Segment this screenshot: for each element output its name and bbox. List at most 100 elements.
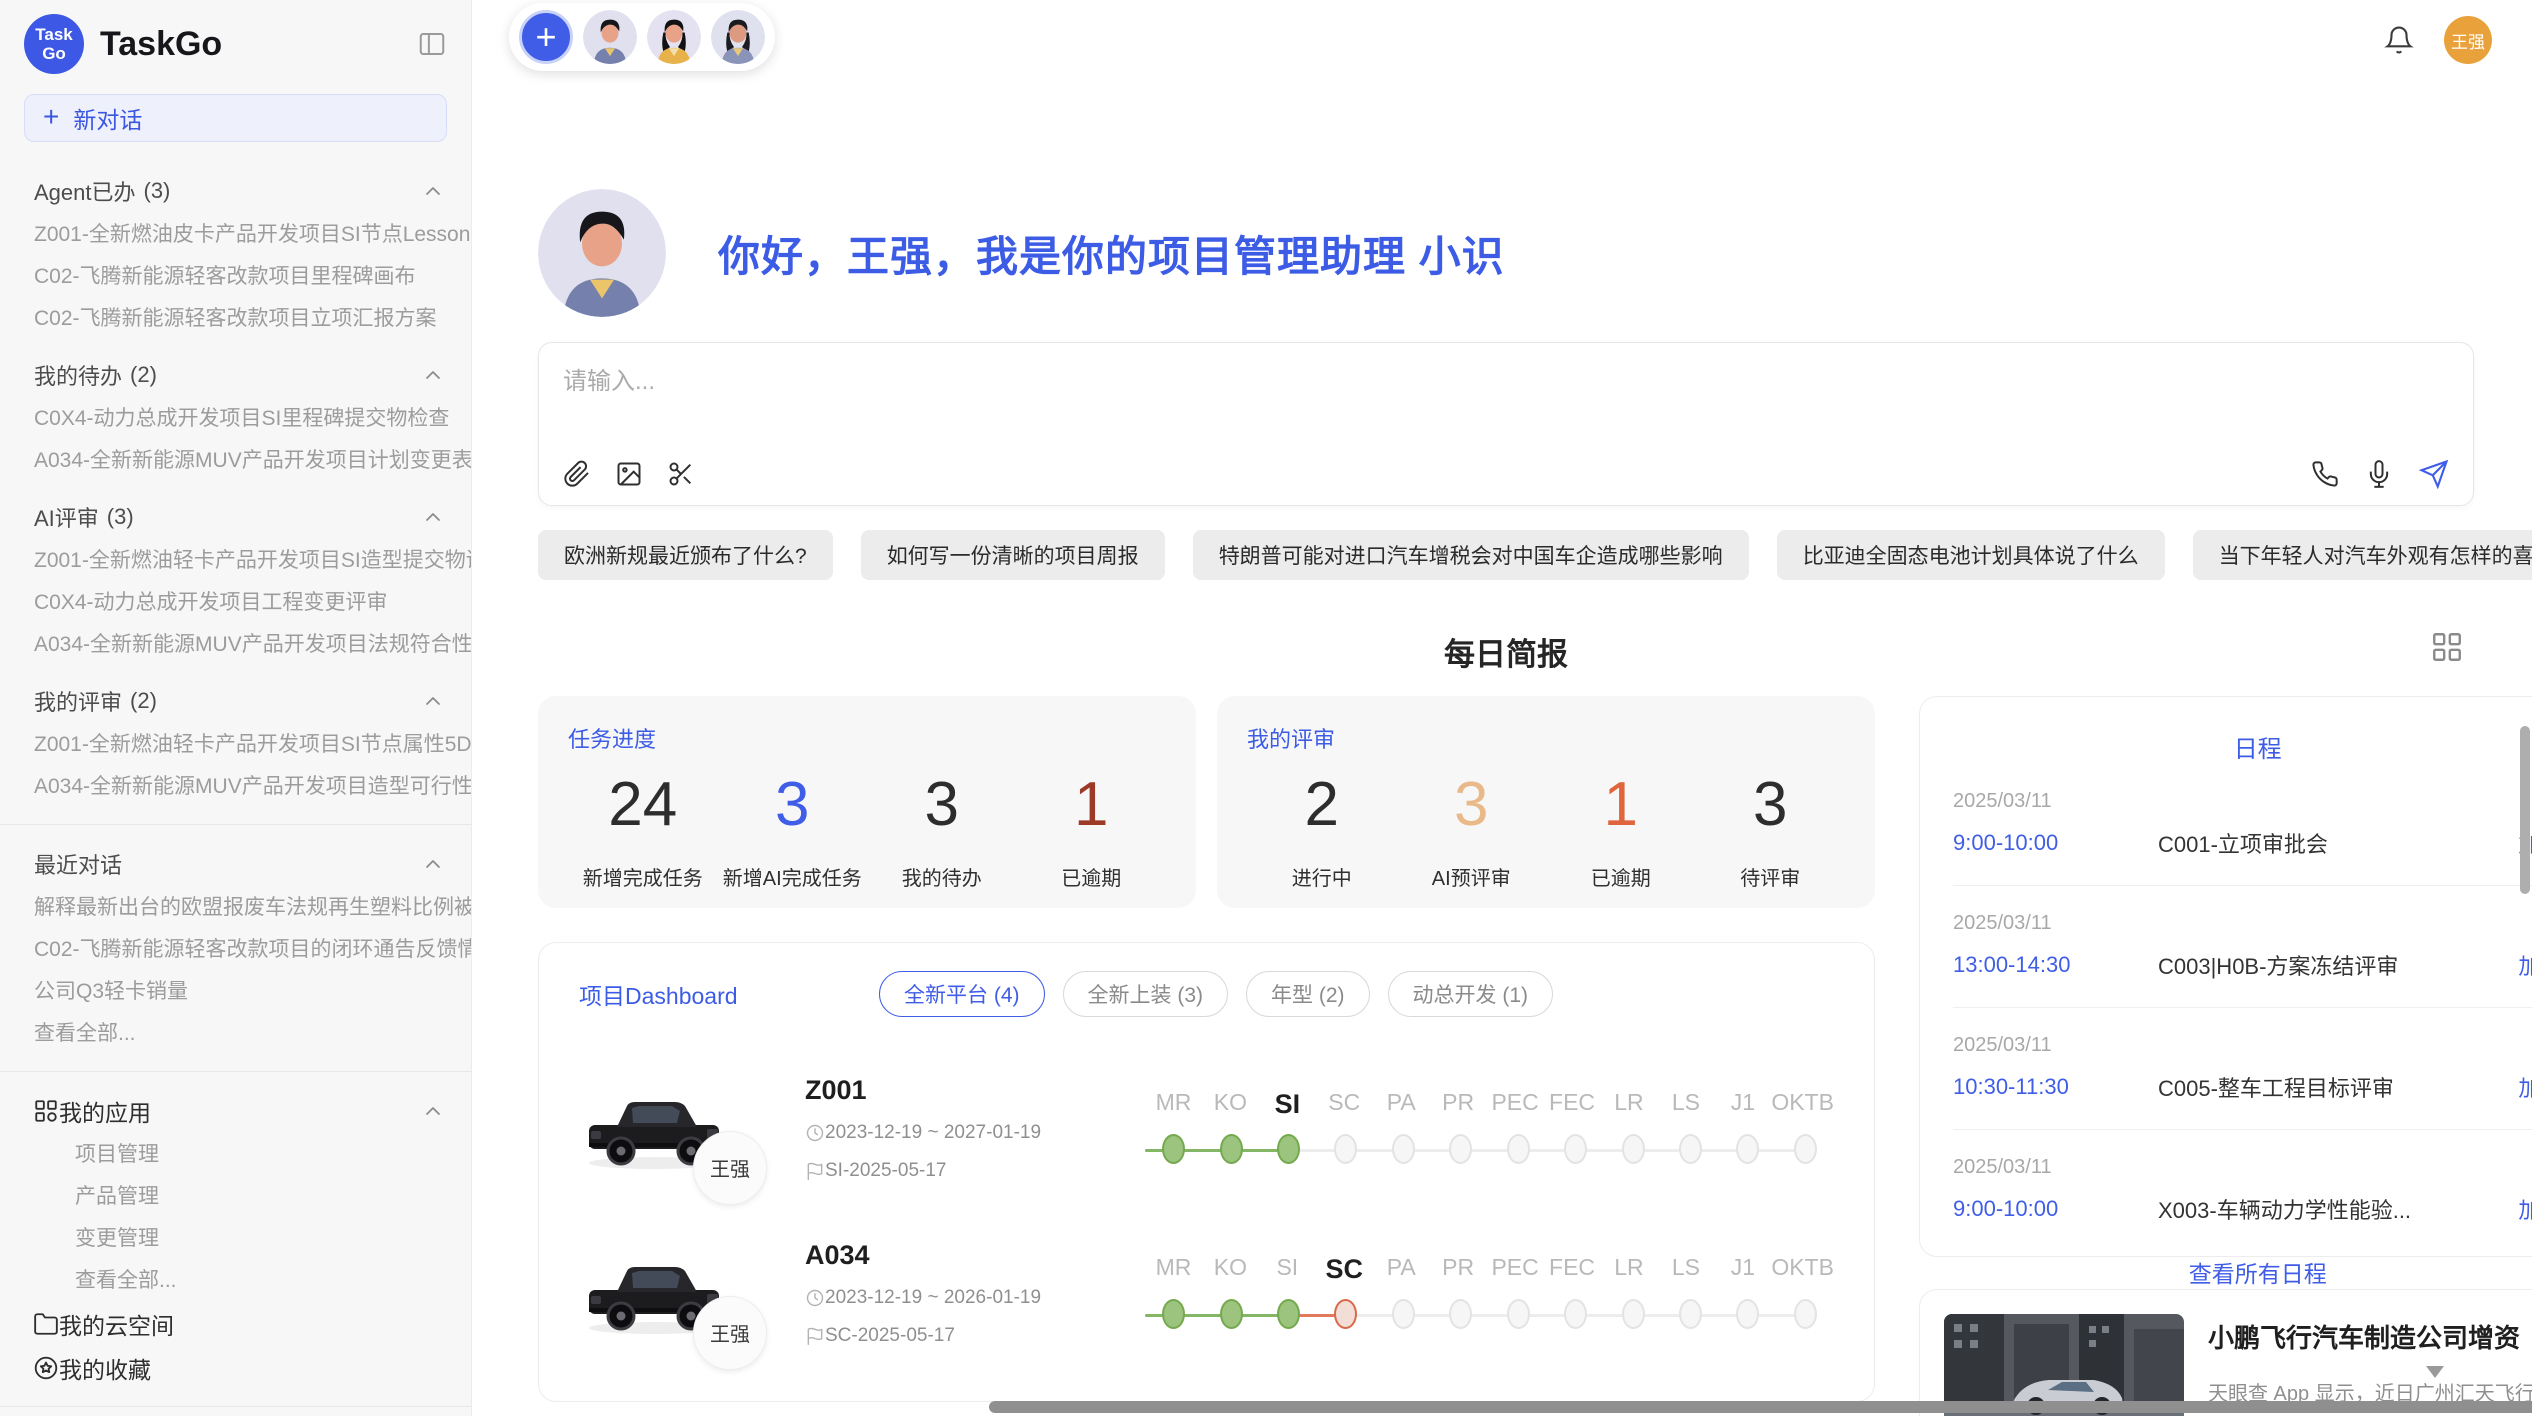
milestone-dot bbox=[1277, 1134, 1300, 1164]
notification-bell-icon[interactable] bbox=[2384, 25, 2414, 55]
project-dates: 2023-12-19 ~ 2026-01-19 bbox=[805, 1287, 1115, 1309]
daily-brief-title: 每日简报 bbox=[1444, 629, 1568, 674]
stat-label: 进行中 bbox=[1247, 862, 1397, 891]
microphone-icon[interactable] bbox=[2365, 460, 2393, 488]
sidebar-link-label: 我的云空间 bbox=[59, 1307, 174, 1341]
suggestion-chip[interactable]: 欧洲新规最近颁布了什么? bbox=[538, 530, 833, 580]
dashboard-tab[interactable]: 全新平台 (4) bbox=[879, 971, 1045, 1017]
milestone-dot bbox=[1334, 1299, 1357, 1329]
section-header-0[interactable]: Agent已办(3) bbox=[0, 168, 471, 214]
chevron-up-icon bbox=[421, 363, 445, 387]
recent-conversation-item[interactable]: C02-飞腾新能源轻客改款项目的闭环通告反馈情况 bbox=[0, 929, 471, 971]
schedule-date: 2025/03/11 bbox=[1953, 1156, 2532, 1179]
stat-card-title: 我的评审 bbox=[1247, 722, 1845, 754]
add-agent-button[interactable]: + bbox=[519, 10, 573, 64]
project-dates: 2023-12-19 ~ 2027-01-19 bbox=[805, 1122, 1115, 1144]
milestone-label: OKTB bbox=[1771, 1254, 1834, 1285]
sidebar-task-item[interactable]: Z001-全新燃油轻卡产品开发项目SI造型提交物评审 bbox=[0, 540, 471, 582]
phone-icon[interactable] bbox=[2311, 460, 2339, 488]
milestone-label: KO bbox=[1202, 1254, 1259, 1285]
dashboard-tabs: 全新平台 (4) 全新上装 (3) 年型 (2) 动总开发 (1) bbox=[879, 971, 1553, 1017]
section-header-2[interactable]: AI评审(3) bbox=[0, 494, 471, 540]
recent-header[interactable]: 最近对话 bbox=[0, 841, 471, 887]
section-count: (3) bbox=[107, 504, 134, 530]
milestone-track: MRKOSISCPAPRPECFECLRLSJ1OKTB bbox=[1145, 1089, 1834, 1168]
app-item[interactable]: 变更管理 bbox=[0, 1218, 471, 1260]
task-sections: Agent已办(3)Z001-全新燃油皮卡产品开发项目SI节点Lesson Le… bbox=[0, 168, 471, 808]
recent-conversation-item[interactable]: 公司Q3轻卡销量 bbox=[0, 971, 471, 1013]
stat: 3AI预评审 bbox=[1397, 768, 1547, 891]
milestone-dot bbox=[1736, 1299, 1759, 1329]
project-flag: SI-2025-05-17 bbox=[805, 1160, 1115, 1182]
section-header-3[interactable]: 我的评审(2) bbox=[0, 678, 471, 724]
suggestion-chip[interactable]: 比亚迪全固态电池计划具体说了什么 bbox=[1777, 530, 2165, 580]
schedule-time: 9:00-10:00 bbox=[1953, 1196, 2158, 1222]
sidebar-task-item[interactable]: A034-全新新能源MUV产品开发项目法规符合性评审 bbox=[0, 624, 471, 666]
view-all-schedule-link[interactable]: 查看所有日程 bbox=[1953, 1255, 2532, 1289]
suggestion-chip[interactable]: 如何写一份清晰的项目周报 bbox=[861, 530, 1165, 580]
scroll-down-arrow[interactable] bbox=[2426, 1366, 2444, 1378]
sidebar-task-item[interactable]: A034-全新新能源MUV产品开发项目造型可行性评审 bbox=[0, 766, 471, 808]
layout-grid-icon[interactable] bbox=[2430, 630, 2464, 664]
app-item[interactable]: 产品管理 bbox=[0, 1176, 471, 1218]
sidebar-task-item[interactable]: Z001-全新燃油皮卡产品开发项目SI节点Lesson Learn报告 bbox=[0, 214, 471, 256]
sidebar-link[interactable]: 我的云空间 bbox=[0, 1302, 471, 1346]
project-row[interactable]: 王强Z0012023-12-19 ~ 2027-01-19SI-2025-05-… bbox=[579, 1075, 1834, 1182]
agent-avatar-3[interactable] bbox=[711, 10, 765, 64]
stat-label: 待评审 bbox=[1696, 862, 1846, 891]
stat-value: 2 bbox=[1247, 768, 1397, 842]
join-meeting-link[interactable]: 加入 bbox=[2518, 949, 2532, 981]
sidebar-task-item[interactable]: C0X4-动力总成开发项目SI里程碑提交物检查 bbox=[0, 398, 471, 440]
apps-view-all-link[interactable]: 查看全部... bbox=[0, 1260, 471, 1302]
app-item[interactable]: 项目管理 bbox=[0, 1134, 471, 1176]
milestone-labels: MRKOSISCPAPRPECFECLRLSJ1OKTB bbox=[1145, 1254, 1834, 1285]
sidebar-task-item[interactable]: C02-飞腾新能源轻客改款项目立项汇报方案 bbox=[0, 298, 471, 340]
recent-conversation-item[interactable]: 解释最新出台的欧盟报废车法规再生塑料比例被调至15%... bbox=[0, 887, 471, 929]
suggestion-chip[interactable]: 特朗普可能对进口汽车增税会对中国车企造成哪些影响 bbox=[1193, 530, 1749, 580]
new-chat-button[interactable]: + 新对话 bbox=[24, 94, 447, 142]
sidebar-link[interactable]: 我的收藏 bbox=[0, 1346, 471, 1390]
plus-icon: + bbox=[43, 103, 59, 131]
milestone-label: MR bbox=[1145, 1254, 1202, 1285]
milestone-label: LR bbox=[1601, 1089, 1658, 1120]
schedule-line: 9:00-10:00C001-立项审批会加入 bbox=[1953, 827, 2532, 859]
agent-avatar-2[interactable] bbox=[647, 10, 701, 64]
user-avatar[interactable]: 王强 bbox=[2444, 16, 2492, 64]
vertical-scrollbar[interactable] bbox=[2520, 726, 2530, 894]
milestone-labels: MRKOSISCPAPRPECFECLRLSJ1OKTB bbox=[1145, 1089, 1834, 1120]
project-flag-text: SI-2025-05-17 bbox=[825, 1160, 946, 1182]
logo-line2: Go bbox=[42, 44, 66, 63]
schedule-item: 2025/03/119:00-10:00X003-车辆动力学性能验...加入 bbox=[1953, 1156, 2532, 1225]
milestone-dots bbox=[1145, 1299, 1834, 1333]
project-name: Z001 bbox=[805, 1075, 1115, 1106]
sidebar-collapse-icon[interactable] bbox=[417, 29, 447, 59]
milestone-dot bbox=[1507, 1134, 1530, 1164]
milestone-label: SC bbox=[1316, 1089, 1373, 1120]
join-meeting-link[interactable]: 加入 bbox=[2518, 1193, 2532, 1225]
sidebar-task-item[interactable]: C0X4-动力总成开发项目工程变更评审 bbox=[0, 582, 471, 624]
scissors-icon[interactable] bbox=[667, 460, 695, 488]
sidebar-task-item[interactable]: A034-全新新能源MUV产品开发项目计划变更表编写 bbox=[0, 440, 471, 482]
recent-view-all-link[interactable]: 查看全部... bbox=[0, 1013, 471, 1055]
horizontal-scrollbar[interactable] bbox=[989, 1401, 2532, 1413]
sidebar-task-item[interactable]: C02-飞腾新能源轻客改款项目里程碑画布 bbox=[0, 256, 471, 298]
project-row[interactable]: 王强A0342023-12-19 ~ 2026-01-19SC-2025-05-… bbox=[579, 1240, 1834, 1347]
news-card[interactable]: 小鹏飞行汽车制造公司增资 天眼查 App 显示，近日广州汇天飞行汽... bbox=[1919, 1289, 2532, 1416]
chat-input[interactable] bbox=[563, 361, 2449, 459]
sidebar-task-item[interactable]: Z001-全新燃油轻卡产品开发项目SI节点属性5D文件评审 bbox=[0, 724, 471, 766]
agent-avatar-1[interactable] bbox=[583, 10, 637, 64]
schedule-line: 10:30-11:30C005-整车工程目标评审加入 bbox=[1953, 1071, 2532, 1103]
join-meeting-link[interactable]: 加入 bbox=[2518, 1071, 2532, 1103]
send-icon[interactable] bbox=[2419, 459, 2449, 489]
milestone-label: PA bbox=[1373, 1254, 1430, 1285]
section-header-1[interactable]: 我的待办(2) bbox=[0, 352, 471, 398]
milestone-label: LS bbox=[1657, 1254, 1714, 1285]
dashboard-tab[interactable]: 全新上装 (3) bbox=[1063, 971, 1229, 1017]
milestone-label: SC bbox=[1316, 1254, 1373, 1285]
dashboard-tab[interactable]: 动总开发 (1) bbox=[1388, 971, 1554, 1017]
suggestion-chip[interactable]: 当下年轻人对汽车外观有怎样的喜好趋势 bbox=[2193, 530, 2532, 580]
my-apps-header[interactable]: 我的应用 bbox=[0, 1088, 471, 1134]
dashboard-tab[interactable]: 年型 (2) bbox=[1246, 971, 1370, 1017]
attachment-icon[interactable] bbox=[563, 460, 591, 488]
image-icon[interactable] bbox=[615, 460, 643, 488]
